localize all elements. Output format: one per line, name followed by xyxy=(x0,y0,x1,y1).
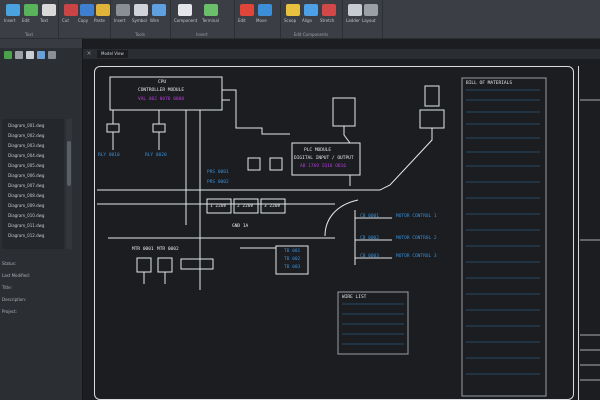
wire-tag-1: 1 220V xyxy=(210,204,227,209)
schematic-drawing xyxy=(97,76,600,397)
plc-line-1: DIGITAL INPUT / OUTPUT xyxy=(294,156,354,161)
breaker-desc-3: MOTOR CONTROL 3 xyxy=(396,254,437,259)
motor-tag-1: MTR 0001 xyxy=(132,247,154,252)
relay-2-symbol xyxy=(152,123,166,133)
bom-header: BILL OF MATERIALS xyxy=(466,81,513,86)
cpu-line-1: CONTROLLER MODULE xyxy=(138,88,185,93)
sensor-2-symbol xyxy=(269,157,283,171)
sensor-tag-2: PRS 0002 xyxy=(207,180,229,185)
wire-tag-2: 2 220V xyxy=(237,204,254,209)
component-top-right-1 xyxy=(332,97,356,127)
wire-tag-3: 3 220V xyxy=(264,204,281,209)
sensor-1-symbol xyxy=(247,157,261,171)
sensor-tag-1: PRS 0001 xyxy=(207,170,229,175)
breaker-desc-1: MOTOR CONTROL 1 xyxy=(396,214,437,219)
motor-2-symbol xyxy=(157,257,173,273)
breaker-desc-2: MOTOR CONTROL 2 xyxy=(396,236,437,241)
bom-table xyxy=(461,77,547,397)
wire-list-table xyxy=(337,291,409,355)
relay-label-1: RLY 0010 xyxy=(98,153,120,158)
cpu-title: CPU xyxy=(158,80,167,85)
terminal-tag-1: TB 001 xyxy=(284,249,301,254)
breaker-tag-2: CB 0002 xyxy=(360,236,379,241)
component-top-right-2 xyxy=(419,109,445,129)
plc-line-2: AB 1769 IQ16 OB16 xyxy=(300,164,347,169)
plc-title: PLC MODULE xyxy=(304,148,332,153)
terminal-tag-2: TB 002 xyxy=(284,257,301,262)
relay-1-symbol xyxy=(106,123,120,133)
breaker-tag-1: CB 0001 xyxy=(360,214,379,219)
cpu-line-2: VAL 002 0070 0800 xyxy=(138,97,185,102)
terminal-tag-3: TB 003 xyxy=(284,265,301,270)
motor-tag-2: MTR 0002 xyxy=(157,247,179,252)
ground-label: GND 1A xyxy=(232,224,249,229)
breaker-tag-3: CB 0003 xyxy=(360,254,379,259)
motor-1-symbol xyxy=(136,257,152,273)
wire-list-header: WIRE LIST xyxy=(342,295,367,300)
relay-label-2: RLY 0020 xyxy=(145,153,167,158)
